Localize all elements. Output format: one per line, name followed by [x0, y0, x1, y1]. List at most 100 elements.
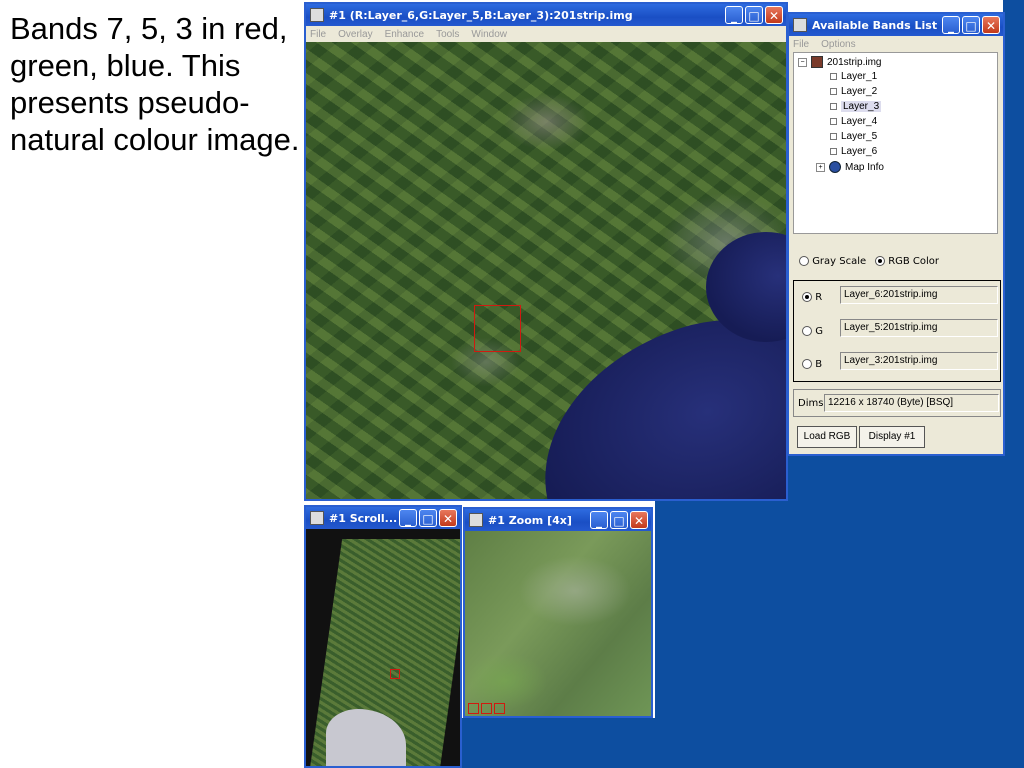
- close-button[interactable]: ✕: [765, 6, 783, 24]
- menu-file[interactable]: File: [793, 39, 809, 50]
- scroll-view-box[interactable]: [390, 669, 400, 679]
- gray-scale-label: Gray Scale: [812, 256, 867, 267]
- bands-tree[interactable]: − 201strip.img Layer_1 Layer_2 Layer_3 L…: [793, 52, 998, 234]
- layer-label: Layer_3: [841, 101, 882, 112]
- rgb-color-radio[interactable]: [875, 256, 885, 266]
- globe-icon: [829, 161, 841, 173]
- app-icon: [793, 18, 807, 32]
- band-icon: [830, 118, 837, 125]
- zoom-reset-control[interactable]: [494, 703, 505, 714]
- display-button[interactable]: Display #1: [859, 426, 925, 448]
- menu-tools[interactable]: Tools: [436, 29, 459, 40]
- map-info-label: Map Info: [845, 161, 884, 173]
- layer-label: Layer_5: [841, 131, 878, 142]
- tree-item-layer-5[interactable]: Layer_5: [830, 131, 877, 142]
- zoom-in-control[interactable]: [481, 703, 492, 714]
- desktop-background: [460, 718, 655, 768]
- scroll-window[interactable]: #1 Scroll... _ □ ✕: [304, 505, 462, 768]
- desktop-background: [655, 500, 787, 768]
- minimize-button[interactable]: _: [590, 511, 608, 529]
- app-icon: [310, 511, 324, 525]
- zoom-image[interactable]: [465, 531, 651, 716]
- channel-b-option[interactable]: B: [802, 359, 822, 370]
- gray-scale-option[interactable]: Gray Scale: [799, 256, 866, 267]
- channel-g-field[interactable]: Layer_5:201strip.img: [840, 319, 998, 337]
- bands-window-title: Available Bands List: [812, 18, 938, 32]
- tree-item-layer-1[interactable]: Layer_1: [830, 71, 877, 82]
- maximize-button[interactable]: □: [419, 509, 437, 527]
- bands-menubar: File Options: [789, 36, 1003, 52]
- minimize-button[interactable]: _: [942, 16, 960, 34]
- maximize-button[interactable]: □: [745, 6, 763, 24]
- tree-root-label: 201strip.img: [827, 56, 882, 68]
- tree-item-layer-2[interactable]: Layer_2: [830, 86, 877, 97]
- rgb-color-label: RGB Color: [888, 256, 940, 267]
- collapse-icon[interactable]: −: [798, 57, 807, 67]
- main-menubar: File Overlay Enhance Tools Window: [306, 26, 786, 42]
- channel-r-radio[interactable]: [802, 292, 812, 302]
- tree-item-layer-6[interactable]: Layer_6: [830, 146, 877, 157]
- load-rgb-button[interactable]: Load RGB: [797, 426, 857, 448]
- channel-g-option[interactable]: G: [802, 326, 823, 337]
- menu-window[interactable]: Window: [471, 29, 507, 40]
- tree-item-layer-4[interactable]: Layer_4: [830, 116, 877, 127]
- minimize-button[interactable]: _: [725, 6, 743, 24]
- zoom-window-titlebar[interactable]: #1 Zoom [4x] _ □ ✕: [465, 509, 651, 531]
- dims-group: Dims 12216 x 18740 (Byte) [BSQ]: [793, 389, 1001, 417]
- file-icon: [811, 56, 823, 68]
- menu-options[interactable]: Options: [821, 39, 855, 50]
- dims-value: 12216 x 18740 (Byte) [BSQ]: [824, 394, 999, 412]
- channel-b-label: B: [815, 359, 823, 370]
- scroll-image[interactable]: [306, 529, 460, 766]
- tree-root[interactable]: − 201strip.img: [798, 56, 881, 68]
- band-icon: [830, 88, 837, 95]
- dims-label: Dims: [798, 398, 824, 409]
- layer-label: Layer_1: [841, 71, 878, 82]
- layer-label: Layer_4: [841, 116, 878, 127]
- channel-b-field[interactable]: Layer_3:201strip.img: [840, 352, 998, 370]
- slide-text: Bands 7, 5, 3 in red, green, blue. This …: [10, 11, 300, 157]
- band-icon: [830, 73, 837, 80]
- layer-label: Layer_2: [841, 86, 878, 97]
- channel-g-radio[interactable]: [802, 326, 812, 336]
- close-button[interactable]: ✕: [982, 16, 1000, 34]
- channel-r-option[interactable]: R: [802, 292, 822, 303]
- main-window-title: #1 (R:Layer_6,G:Layer_5,B:Layer_3):201st…: [329, 8, 633, 22]
- maximize-button[interactable]: □: [962, 16, 980, 34]
- channel-r-label: R: [815, 292, 823, 303]
- main-window-titlebar[interactable]: #1 (R:Layer_6,G:Layer_5,B:Layer_3):201st…: [306, 4, 786, 26]
- rgb-channel-group: R Layer_6:201strip.img G Layer_5:201stri…: [793, 280, 1001, 382]
- bands-window-titlebar[interactable]: Available Bands List _ □ ✕: [789, 14, 1003, 36]
- main-image-window[interactable]: #1 (R:Layer_6,G:Layer_5,B:Layer_3):201st…: [304, 2, 788, 501]
- satellite-image[interactable]: [306, 42, 786, 499]
- app-icon: [469, 513, 483, 527]
- close-button[interactable]: ✕: [439, 509, 457, 527]
- zoom-window[interactable]: #1 Zoom [4x] _ □ ✕: [463, 507, 653, 718]
- close-button[interactable]: ✕: [630, 511, 648, 529]
- band-icon: [830, 148, 837, 155]
- menu-enhance[interactable]: Enhance: [385, 29, 424, 40]
- zoom-window-title: #1 Zoom [4x]: [488, 513, 572, 527]
- expand-icon[interactable]: +: [816, 162, 825, 172]
- band-icon: [830, 103, 837, 110]
- channel-b-radio[interactable]: [802, 359, 812, 369]
- channel-r-field[interactable]: Layer_6:201strip.img: [840, 286, 998, 304]
- channel-g-label: G: [815, 326, 823, 337]
- menu-file[interactable]: File: [310, 29, 326, 40]
- menu-overlay[interactable]: Overlay: [338, 29, 372, 40]
- tree-item-map-info[interactable]: + Map Info: [816, 161, 884, 173]
- available-bands-window[interactable]: Available Bands List _ □ ✕ File Options …: [787, 12, 1005, 456]
- desktop-background: [787, 455, 1024, 768]
- maximize-button[interactable]: □: [610, 511, 628, 529]
- band-icon: [830, 133, 837, 140]
- minimize-button[interactable]: _: [399, 509, 417, 527]
- rgb-color-option[interactable]: RGB Color: [875, 256, 939, 267]
- layer-label: Layer_6: [841, 146, 878, 157]
- scroll-window-titlebar[interactable]: #1 Scroll... _ □ ✕: [306, 507, 460, 529]
- zoom-out-control[interactable]: [468, 703, 479, 714]
- tree-item-layer-3[interactable]: Layer_3: [830, 101, 882, 112]
- gray-scale-radio[interactable]: [799, 256, 809, 266]
- zoom-region-box[interactable]: [474, 305, 521, 352]
- scroll-window-title: #1 Scroll...: [329, 511, 398, 525]
- app-icon: [310, 8, 324, 22]
